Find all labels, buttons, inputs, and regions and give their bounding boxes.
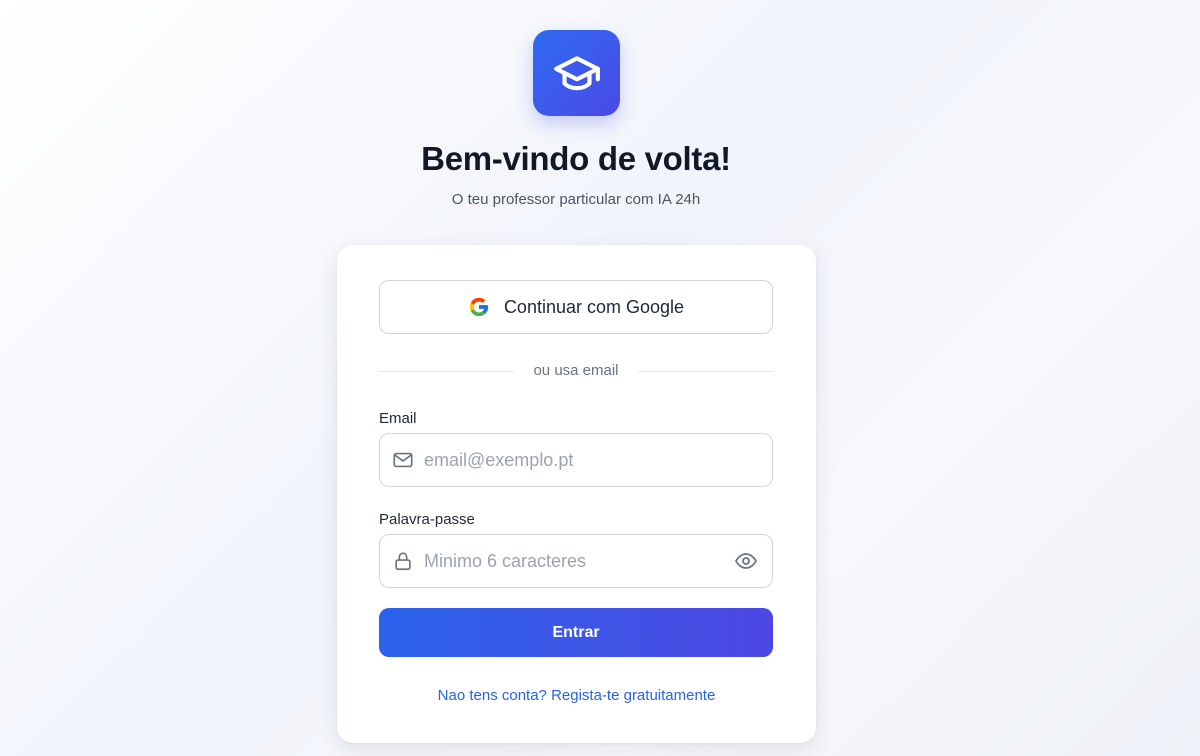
divider-line-right: [638, 371, 773, 372]
google-icon: [469, 297, 489, 317]
email-field-wrapper: [379, 433, 773, 487]
app-logo: [533, 30, 620, 116]
password-field-wrapper: [379, 534, 773, 588]
email-label: Email: [379, 410, 417, 427]
graduation-cap-icon: [553, 56, 600, 91]
login-card: Continuar com Google ou usa email Email …: [337, 245, 816, 743]
eye-icon[interactable]: [734, 549, 758, 573]
mail-icon: [392, 449, 414, 471]
signup-link[interactable]: Nao tens conta? Regista-te gratuitamente: [337, 687, 816, 704]
divider: ou usa email: [379, 361, 773, 381]
google-button-label: Continuar com Google: [503, 296, 685, 317]
login-submit-button[interactable]: Entrar: [379, 608, 773, 657]
page-subtitle: O teu professor particular com IA 24h: [451, 191, 701, 208]
page-title: Bem-vindo de volta!: [421, 140, 731, 177]
email-input[interactable]: [424, 434, 772, 486]
password-label: Palavra-passe: [379, 511, 475, 528]
lock-icon: [392, 550, 414, 572]
password-input[interactable]: [424, 535, 734, 587]
google-signin-button[interactable]: Continuar com Google: [379, 280, 773, 334]
